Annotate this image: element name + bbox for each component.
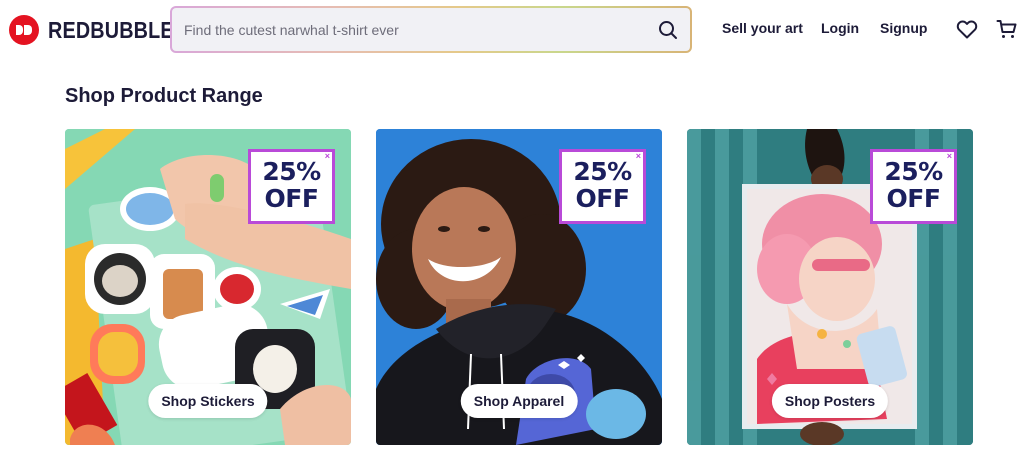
stickers-card[interactable]: × 25% OFF Shop Stickers [65,129,351,445]
promo-percent: 25% [573,157,632,186]
promo-badge: × 25% OFF [559,149,646,224]
promo-percent: 25% [262,157,321,186]
promo-off: OFF [886,184,941,213]
signup-link[interactable]: Signup [880,20,927,36]
promo-badge: × 25% OFF [870,149,957,224]
promo-text: 25% OFF [562,158,643,212]
promo-off: OFF [264,184,319,213]
promo-text: 25% OFF [873,158,954,212]
search-icon [659,21,677,39]
cart-icon [996,20,1017,38]
promo-percent: 25% [884,157,943,186]
cart-button[interactable] [995,17,1019,41]
shop-apparel-button[interactable]: Shop Apparel [460,384,578,418]
shop-stickers-button[interactable]: Shop Stickers [148,384,268,418]
posters-card[interactable]: × 25% OFF Shop Posters [687,129,973,445]
site-header: REDBUBBLE Sell your art Login Signup [0,0,1024,58]
promo-badge: × 25% OFF [248,149,335,224]
search-field-wrapper [172,8,690,51]
apparel-card[interactable]: × 25% OFF Shop Apparel [376,129,662,445]
promo-off: OFF [575,184,630,213]
search-bar [170,6,692,53]
shop-posters-button[interactable]: Shop Posters [771,384,889,418]
section-title: Shop Product Range [65,85,263,107]
search-button[interactable] [656,18,680,42]
sell-your-art-link[interactable]: Sell your art [722,20,803,36]
brand-name: REDBUBBLE [48,16,174,43]
promo-text: 25% OFF [251,158,332,212]
heart-icon [956,20,978,39]
search-input[interactable] [184,8,644,51]
redbubble-logo-icon [9,15,39,45]
brand-logo[interactable]: REDBUBBLE [9,14,194,46]
login-link[interactable]: Login [821,20,859,36]
wishlist-button[interactable] [955,17,979,41]
